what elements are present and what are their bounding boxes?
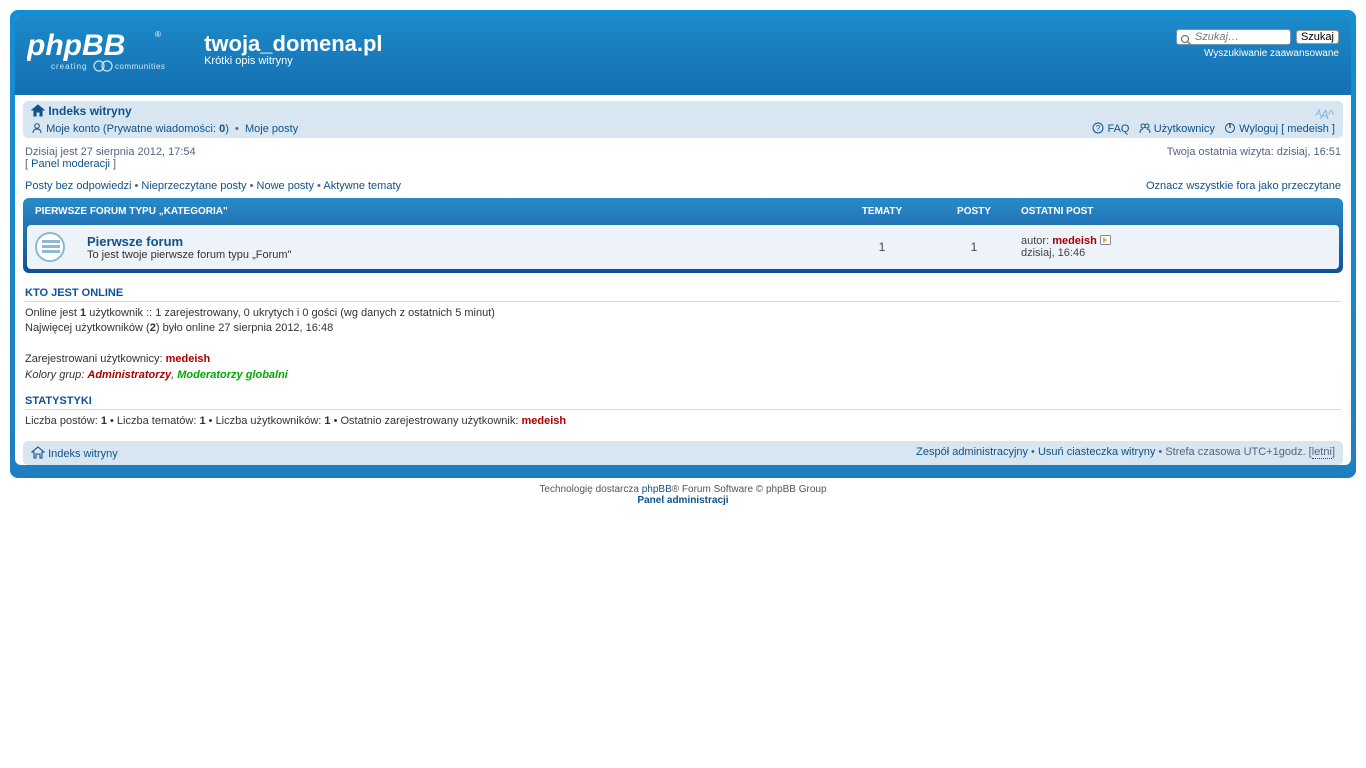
online-user[interactable]: medeish — [166, 353, 211, 365]
mark-forums-read-link[interactable]: Oznacz wszystkie fora jako przeczytane — [1146, 180, 1341, 192]
col-last-post: Ostatni post — [1021, 206, 1331, 217]
forum-link[interactable]: Pierwsze forum — [87, 234, 183, 249]
active-topics-link[interactable]: Aktywne tematy — [323, 180, 401, 192]
dst-label: letni — [1312, 446, 1332, 459]
phpbb-link[interactable]: phpBB — [642, 484, 672, 495]
forum-posts-count: 1 — [929, 232, 1019, 262]
user-icon — [31, 122, 43, 134]
legend-admin[interactable]: Administratorzy — [87, 369, 171, 381]
forum-description: To jest twoje pierwsze forum typu „Forum… — [87, 249, 835, 261]
home-icon — [31, 104, 45, 117]
last-visit: Twoja ostatnia wizyta: dzisiaj, 16:51 — [1167, 146, 1341, 158]
home-icon — [31, 446, 45, 459]
logout-link[interactable]: Wyloguj [ medeish ] — [1239, 123, 1335, 135]
view-last-post[interactable] — [1100, 235, 1111, 247]
forum-row: Pierwsze forum To jest twoje pierwsze fo… — [27, 225, 1339, 269]
search-button[interactable]: Szukaj — [1296, 30, 1339, 44]
col-topics: Tematy — [837, 206, 927, 217]
delete-cookies-link[interactable]: Usuń ciasteczka witryny — [1038, 446, 1155, 458]
online-heading: Kto jest online — [25, 287, 1341, 302]
forum-topics-count: 1 — [837, 232, 927, 262]
site-description: twoja_domena.pl Krótki opis witryny — [204, 31, 382, 67]
legend-mod[interactable]: Moderatorzy globalni — [177, 369, 288, 381]
current-time: Dzisiaj jest 27 sierpnia 2012, 17:54 — [25, 146, 196, 158]
category-title[interactable]: PIERWSZE FORUM TYPU „KATEGORIA" — [35, 206, 228, 217]
forum-category: PIERWSZE FORUM TYPU „KATEGORIA" Tematy P… — [23, 198, 1343, 273]
svg-text:®: ® — [155, 30, 161, 39]
footer-index-link[interactable]: Indeks witryny — [48, 448, 118, 460]
site-title: twoja_domena.pl — [204, 31, 382, 57]
last-post-author[interactable]: medeish — [1052, 235, 1097, 247]
team-link[interactable]: Zespół administracyjny — [916, 446, 1028, 458]
newest-user[interactable]: medeish — [521, 415, 566, 427]
who-is-online: Kto jest online Online jest 1 użytkownik… — [15, 281, 1351, 389]
members-link[interactable]: Użytkownicy — [1154, 123, 1215, 135]
svg-text:communities: communities — [115, 62, 165, 71]
breadcrumb-index[interactable]: Indeks witryny — [48, 104, 131, 118]
col-posts: Posty — [929, 206, 1019, 217]
svg-text:creating: creating — [51, 62, 87, 71]
search-icon — [1180, 34, 1192, 46]
advanced-search-link[interactable]: Wyszukiwanie zaawansowane — [1176, 48, 1339, 59]
logo[interactable]: phpBB ® creating communities — [27, 25, 177, 80]
unread-link[interactable]: Nieprzeczytane posty — [141, 180, 246, 192]
faq-link[interactable]: FAQ — [1107, 123, 1129, 135]
logout-icon — [1224, 122, 1236, 134]
svg-text:phpBB: phpBB — [27, 29, 125, 62]
last-post-time: dzisiaj, 16:46 — [1021, 247, 1085, 259]
stats-heading: Statystyki — [25, 395, 1341, 410]
footer-nav: Indeks witryny Zespół administracyjny • … — [23, 441, 1343, 465]
search-box: Szukaj Wyszukiwanie zaawansowane — [1176, 29, 1339, 59]
mcp-link[interactable]: Panel moderacji — [31, 158, 110, 170]
faq-icon: ? — [1092, 122, 1104, 134]
svg-text:?: ? — [1096, 124, 1101, 133]
navbar: Indeks witryny ᴬA^ Moje konto (Prywatne … — [23, 101, 1343, 138]
header: phpBB ® creating communities twoja_domen… — [15, 15, 1351, 95]
font-size-toggle[interactable]: ᴬA^ — [1315, 107, 1333, 122]
acp-link[interactable]: Panel administracji — [637, 495, 728, 506]
my-posts-link[interactable]: Moje posty — [245, 123, 298, 135]
forum-icon — [35, 232, 65, 262]
credits: Technologię dostarcza phpBB® Forum Softw… — [10, 478, 1356, 508]
time-bar: Dzisiaj jest 27 sierpnia 2012, 17:54 Two… — [15, 144, 1351, 180]
my-account-link[interactable]: Moje konto (Prywatne wiadomości: 0) — [46, 123, 232, 135]
quick-links: Posty bez odpowiedzi • Nieprzeczytane po… — [15, 180, 1351, 198]
new-posts-link[interactable]: Nowe posty — [257, 180, 314, 192]
statistics: Statystyki Liczba postów: 1 • Liczba tem… — [15, 389, 1351, 435]
unanswered-link[interactable]: Posty bez odpowiedzi — [25, 180, 131, 192]
search-input[interactable] — [1176, 29, 1291, 45]
members-icon — [1139, 122, 1151, 134]
